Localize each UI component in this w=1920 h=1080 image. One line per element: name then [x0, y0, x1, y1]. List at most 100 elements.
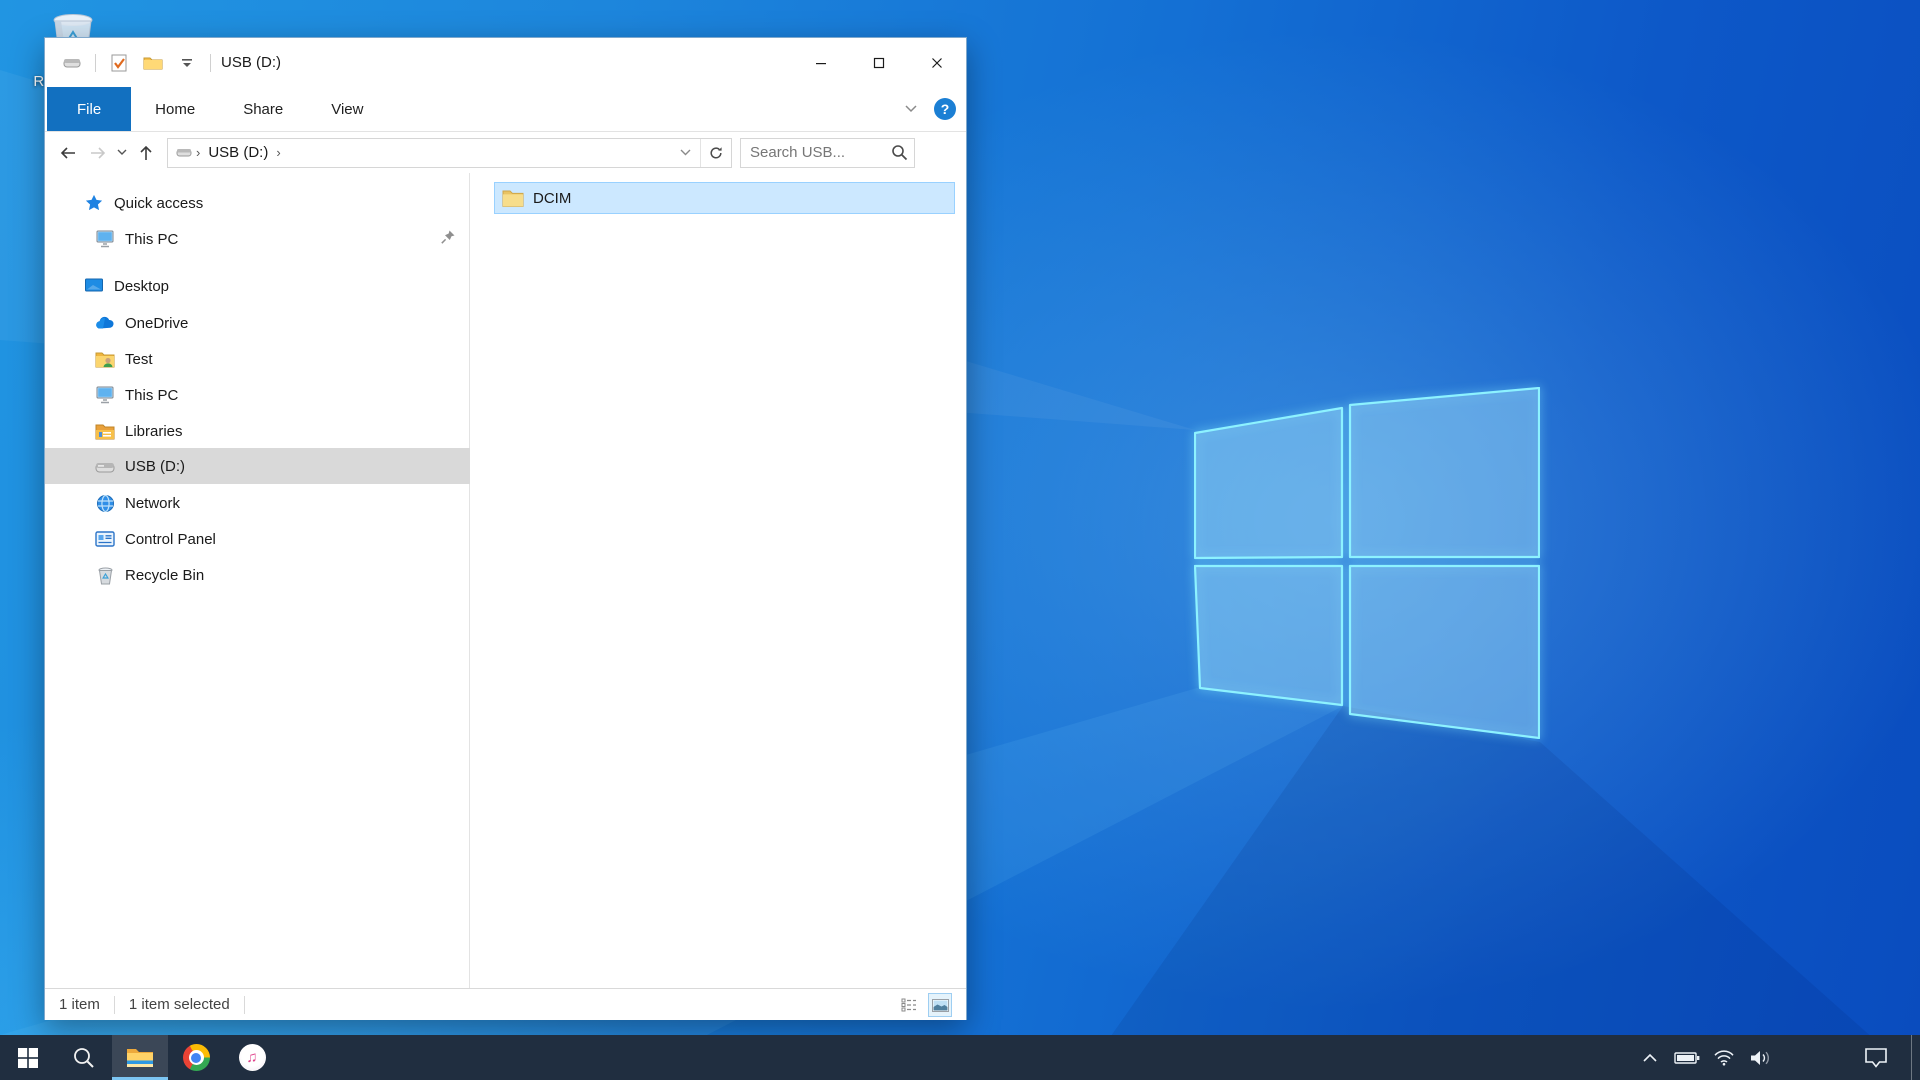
minimize-button[interactable]: [792, 38, 850, 87]
sidebar-item-this-pc[interactable]: This PC: [45, 377, 470, 413]
maximize-button[interactable]: [850, 38, 908, 87]
sidebar-item-label: This PC: [125, 231, 178, 248]
sidebar-item-label: Libraries: [125, 423, 183, 440]
sidebar-item-usb-d[interactable]: USB (D:): [45, 448, 470, 484]
start-button[interactable]: [0, 1035, 56, 1080]
file-explorer-icon: [126, 1047, 154, 1069]
battery-icon: [1674, 1051, 1700, 1065]
start-windows-icon: [18, 1048, 38, 1068]
tray-battery-button[interactable]: [1670, 1035, 1704, 1080]
ribbon-tab-row: File Home Share View: [45, 87, 966, 132]
tab-home[interactable]: Home: [131, 87, 219, 131]
recent-locations-chevron[interactable]: [113, 138, 131, 168]
sidebar-item-label: Recycle Bin: [125, 567, 204, 584]
taskbar-chrome-button[interactable]: [168, 1035, 224, 1080]
toolbar-separator: [210, 54, 211, 72]
sidebar-item-label: This PC: [125, 387, 178, 404]
toolbar-separator: [95, 54, 96, 72]
address-bar[interactable]: › USB (D:) ›: [167, 138, 732, 168]
wifi-icon: [1713, 1049, 1735, 1066]
sidebar-item-recycle-bin[interactable]: Recycle Bin: [45, 557, 470, 593]
large-icons-view-button[interactable]: [928, 993, 952, 1017]
search-box: [740, 138, 915, 168]
ribbon-expand-chevron-icon[interactable]: [904, 100, 918, 118]
status-divider: [244, 996, 245, 1014]
sidebar-item-label: USB (D:): [125, 458, 185, 475]
details-view-button[interactable]: [898, 994, 920, 1016]
action-center-button[interactable]: [1856, 1035, 1896, 1080]
forward-button[interactable]: [83, 138, 113, 168]
selection-count: 1 item selected: [115, 996, 244, 1013]
pin-icon: [440, 229, 456, 249]
sidebar-item-label: Network: [125, 495, 180, 512]
breadcrumb-chevron-icon[interactable]: ›: [272, 145, 284, 160]
show-desktop-button[interactable]: [1911, 1035, 1912, 1080]
close-button[interactable]: [908, 38, 966, 87]
chrome-browser-icon: [183, 1044, 210, 1071]
address-dropdown-chevron[interactable]: [670, 139, 700, 167]
onedrive-cloud-icon: [95, 313, 115, 333]
volume-icon: [1749, 1049, 1773, 1067]
caption-buttons: [792, 38, 966, 87]
tray-hidden-icons-button[interactable]: [1636, 1035, 1664, 1080]
desktop-monitor-icon: [84, 276, 104, 296]
tab-share[interactable]: Share: [219, 87, 307, 131]
customize-toolbar-arrow[interactable]: [176, 52, 198, 74]
usb-drive-icon: [95, 456, 115, 476]
tab-file[interactable]: File: [47, 87, 131, 131]
ribbon-controls: ?: [904, 87, 956, 131]
file-explorer-window: USB (D:) File Home Share View: [44, 37, 967, 1020]
sidebar-item-this-pc-pinned[interactable]: This PC: [45, 221, 470, 257]
folder-icon: [501, 188, 525, 208]
properties-button[interactable]: [108, 52, 130, 74]
libraries-folder-icon: [95, 421, 115, 441]
window-content: Quick access This PC Desktop: [45, 173, 966, 988]
breadcrumb-chevron-icon[interactable]: ›: [192, 145, 204, 160]
this-pc-monitor-icon: [95, 385, 115, 405]
search-input[interactable]: [740, 138, 915, 168]
action-center-icon: [1864, 1047, 1888, 1069]
breadcrumb-segment[interactable]: USB (D:): [204, 144, 272, 161]
search-magnifier-icon: [72, 1046, 96, 1070]
sidebar-item-libraries[interactable]: Libraries: [45, 413, 470, 449]
quick-access-toolbar: [45, 52, 211, 74]
back-button[interactable]: [53, 138, 83, 168]
sidebar-item-onedrive[interactable]: OneDrive: [45, 305, 470, 341]
windows-logo: [1194, 387, 1540, 739]
sidebar-item-test[interactable]: Test: [45, 341, 470, 377]
item-count: 1 item: [45, 996, 114, 1013]
new-folder-button[interactable]: [142, 52, 164, 74]
recycle-bin-icon: [95, 565, 115, 585]
refresh-button[interactable]: [700, 139, 731, 167]
navigation-bar: › USB (D:) ›: [45, 132, 966, 173]
sidebar-item-label: Test: [125, 351, 153, 368]
taskbar-music-button[interactable]: ♫: [224, 1035, 280, 1080]
sidebar-item-desktop[interactable]: Desktop: [45, 268, 470, 304]
taskbar-file-explorer-button[interactable]: [112, 1035, 168, 1080]
sidebar-item-quick-access[interactable]: Quick access: [45, 185, 470, 221]
help-button[interactable]: ?: [934, 98, 956, 120]
system-menu-drive-icon[interactable]: [61, 52, 83, 74]
sidebar-item-label: Desktop: [114, 278, 169, 295]
search-icon[interactable]: [891, 144, 908, 166]
user-folder-icon: [95, 349, 115, 369]
network-globe-icon: [95, 493, 115, 513]
view-toggles: [898, 989, 952, 1021]
address-drive-icon: [176, 147, 192, 158]
file-list-pane[interactable]: DCIM: [471, 173, 966, 988]
this-pc-monitor-icon: [95, 229, 115, 249]
title-bar[interactable]: USB (D:): [45, 38, 966, 87]
tray-volume-button[interactable]: [1744, 1035, 1778, 1080]
control-panel-icon: [95, 529, 115, 549]
tab-view[interactable]: View: [307, 87, 387, 131]
tray-wifi-button[interactable]: [1708, 1035, 1740, 1080]
file-item-dcim[interactable]: DCIM: [494, 182, 955, 214]
sidebar-item-control-panel[interactable]: Control Panel: [45, 521, 470, 557]
window-title: USB (D:): [221, 54, 281, 71]
sidebar-item-label: Quick access: [114, 195, 203, 212]
taskbar-search-button[interactable]: [56, 1035, 112, 1080]
quick-access-star-icon: [84, 193, 104, 213]
up-button[interactable]: [131, 138, 161, 168]
sidebar-item-network[interactable]: Network: [45, 485, 470, 521]
file-name: DCIM: [533, 190, 571, 207]
